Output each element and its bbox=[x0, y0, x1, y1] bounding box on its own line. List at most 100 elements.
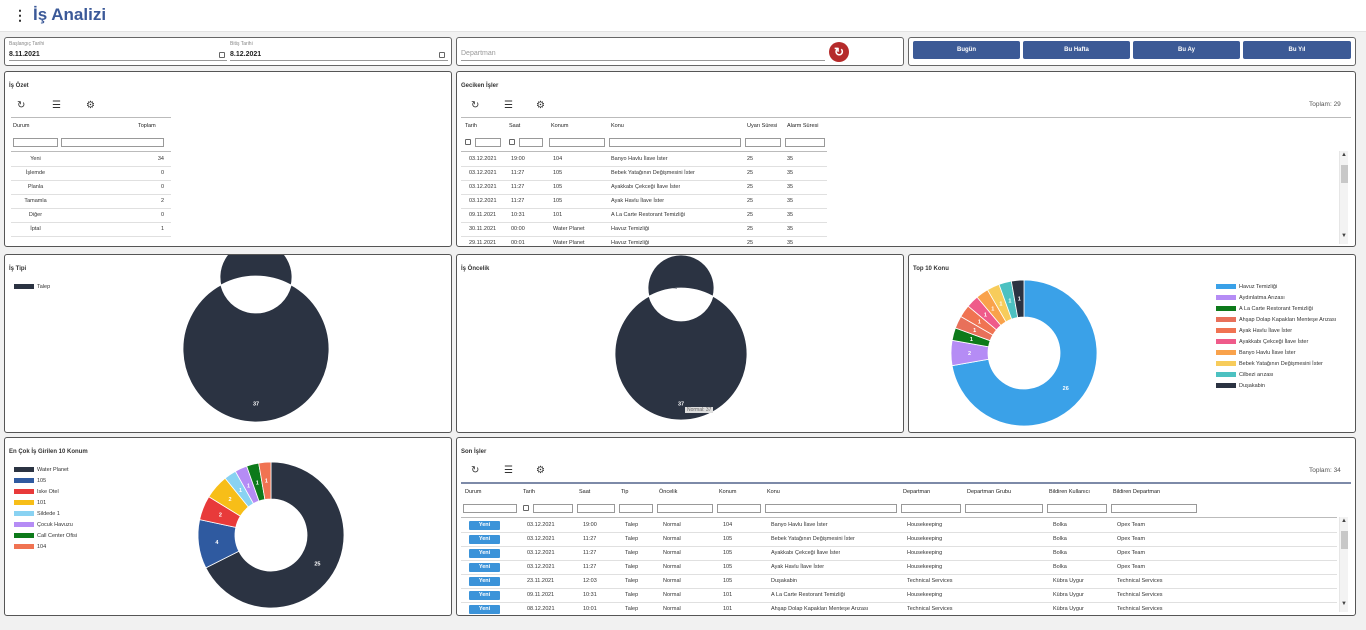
recent-scrollbar[interactable]: ▲ ▼ bbox=[1339, 517, 1348, 612]
today-button[interactable]: Bugün bbox=[913, 41, 1020, 59]
delayed-cell: Water Planet bbox=[553, 226, 585, 232]
pie-slice[interactable] bbox=[182, 255, 330, 423]
slice-value-label: 1 bbox=[265, 479, 268, 485]
delayed-scrollbar[interactable]: ▲ ▼ bbox=[1339, 151, 1348, 244]
delayed-filter-input[interactable] bbox=[609, 138, 741, 147]
columns-menu-icon[interactable]: ☰ bbox=[52, 100, 61, 111]
status-badge[interactable]: Yeni bbox=[469, 535, 500, 544]
refresh-icon[interactable]: ↻ bbox=[17, 100, 25, 111]
delayed-col-header[interactable]: Alarm Süresi bbox=[787, 120, 818, 133]
scroll-up-icon[interactable]: ▲ bbox=[1341, 518, 1347, 524]
recent-col-header[interactable]: Konu bbox=[767, 486, 780, 499]
end-calendar-icon[interactable] bbox=[439, 52, 445, 58]
status-badge[interactable]: Yeni bbox=[469, 591, 500, 600]
columns-menu-icon[interactable]: ☰ bbox=[504, 100, 513, 111]
delayed-cell: Bebek Yatağının Değişmesini İster bbox=[611, 170, 695, 176]
recent-filter-input[interactable] bbox=[717, 504, 761, 513]
refresh-icon[interactable]: ↻ bbox=[471, 100, 479, 111]
col-total-header[interactable]: Toplam bbox=[138, 120, 156, 133]
delayed-filter-input[interactable] bbox=[549, 138, 605, 147]
recent-cell: 105 bbox=[723, 564, 733, 570]
start-calendar-icon[interactable] bbox=[219, 52, 225, 58]
slice-value-label: 1 bbox=[973, 328, 976, 334]
kebab-menu-icon[interactable]: ⋮ bbox=[13, 8, 27, 22]
recent-col-header[interactable]: Konum bbox=[719, 486, 736, 499]
this-week-button[interactable]: Bu Hafta bbox=[1023, 41, 1130, 59]
delayed-cell: 03.12.2021 bbox=[469, 156, 497, 162]
scroll-up-icon[interactable]: ▲ bbox=[1341, 152, 1347, 158]
recent-cell: Normal bbox=[663, 564, 681, 570]
department-refresh-icon[interactable]: ↻ bbox=[829, 42, 849, 62]
delayed-filter-input[interactable] bbox=[785, 138, 825, 147]
delayed-filter-input[interactable] bbox=[519, 138, 543, 147]
top-bar: ⋮ İş Analizi bbox=[0, 0, 1366, 32]
columns-menu-icon[interactable]: ☰ bbox=[504, 465, 513, 476]
recent-col-header[interactable]: Bildiren Kullanıcı bbox=[1049, 486, 1090, 499]
calendar-icon[interactable] bbox=[509, 139, 515, 145]
refresh-icon[interactable]: ↻ bbox=[471, 465, 479, 476]
slice-value-label: 1 bbox=[256, 480, 259, 486]
recent-col-header[interactable]: Saat bbox=[579, 486, 590, 499]
start-date-field[interactable]: 8.11.2021 bbox=[9, 51, 40, 58]
summary-grid: Durum Toplam Yeni 34 İşlemde 0 Planla 0 Tamaml… bbox=[11, 117, 171, 237]
recent-filter-input[interactable] bbox=[965, 504, 1043, 513]
recent-filter-input[interactable] bbox=[619, 504, 653, 513]
recent-cell: 10:31 bbox=[583, 592, 597, 598]
recent-filter-input[interactable] bbox=[765, 504, 897, 513]
delayed-filter-input[interactable] bbox=[475, 138, 501, 147]
total-filter-input[interactable] bbox=[61, 138, 164, 147]
scroll-thumb[interactable] bbox=[1341, 165, 1348, 183]
this-month-button[interactable]: Bu Ay bbox=[1133, 41, 1240, 59]
recent-col-header[interactable]: Tarih bbox=[523, 486, 535, 499]
recent-col-header[interactable]: Departman bbox=[903, 486, 930, 499]
calendar-icon[interactable] bbox=[465, 139, 471, 145]
status-badge[interactable]: Yeni bbox=[469, 577, 500, 586]
status-badge[interactable]: Yeni bbox=[469, 605, 500, 614]
delayed-filter-input[interactable] bbox=[745, 138, 781, 147]
delayed-cell: 35 bbox=[787, 212, 794, 218]
recent-filter-input[interactable] bbox=[577, 504, 615, 513]
recent-col-header[interactable]: Öncelik bbox=[659, 486, 677, 499]
quick-range-panel: Bugün Bu Hafta Bu Ay Bu Yıl bbox=[908, 37, 1356, 66]
delayed-col-header[interactable]: Tarih bbox=[465, 120, 477, 133]
end-date-field[interactable]: 8.12.2021 bbox=[230, 51, 261, 58]
status-badge[interactable]: Yeni bbox=[469, 549, 500, 558]
recent-col-header[interactable]: Tip bbox=[621, 486, 628, 499]
scroll-down-icon[interactable]: ▼ bbox=[1341, 601, 1347, 607]
scroll-down-icon[interactable]: ▼ bbox=[1341, 233, 1347, 239]
recent-col-header[interactable]: Bildiren Departman bbox=[1113, 486, 1160, 499]
delayed-cell: 35 bbox=[787, 226, 794, 232]
delayed-col-header[interactable]: Uyarı Süresi bbox=[747, 120, 777, 133]
recent-cell: Ayak Havlu İlave İster bbox=[771, 564, 825, 570]
recent-cell: Talep bbox=[625, 536, 639, 542]
department-input[interactable]: Departman bbox=[461, 50, 496, 57]
this-year-button[interactable]: Bu Yıl bbox=[1243, 41, 1351, 59]
col-status-header[interactable]: Durum bbox=[13, 120, 30, 133]
status-badge[interactable]: Yeni bbox=[469, 563, 500, 572]
recent-filter-input[interactable] bbox=[901, 504, 961, 513]
recent-filter-input[interactable] bbox=[1111, 504, 1197, 513]
delayed-cell: 10:31 bbox=[511, 212, 525, 218]
recent-filter-input[interactable] bbox=[1047, 504, 1107, 513]
settings-gear-icon[interactable]: ⚙ bbox=[86, 100, 95, 111]
delayed-col-header[interactable]: Konu bbox=[611, 120, 624, 133]
delayed-col-header[interactable]: Konum bbox=[551, 120, 568, 133]
settings-gear-icon[interactable]: ⚙ bbox=[536, 100, 545, 111]
delayed-col-header[interactable]: Saat bbox=[509, 120, 520, 133]
pie-slice[interactable] bbox=[614, 255, 748, 421]
calendar-icon[interactable] bbox=[523, 505, 529, 511]
status-badge[interactable]: Yeni bbox=[469, 521, 500, 530]
status-filter-input[interactable] bbox=[13, 138, 58, 147]
delayed-cell: 03.12.2021 bbox=[469, 198, 497, 204]
recent-filter-input[interactable] bbox=[533, 504, 573, 513]
settings-gear-icon[interactable]: ⚙ bbox=[536, 465, 545, 476]
recent-filter-input[interactable] bbox=[657, 504, 713, 513]
delayed-cell: 11:27 bbox=[511, 198, 525, 204]
scroll-thumb[interactable] bbox=[1341, 531, 1348, 549]
recent-cell: Duşakabin bbox=[771, 578, 797, 584]
type-donut-chart: 37 bbox=[182, 255, 330, 423]
recent-col-header[interactable]: Durum bbox=[465, 486, 482, 499]
recent-cell: Normal bbox=[663, 536, 681, 542]
recent-filter-input[interactable] bbox=[463, 504, 517, 513]
recent-col-header[interactable]: Departman Grubu bbox=[967, 486, 1011, 499]
